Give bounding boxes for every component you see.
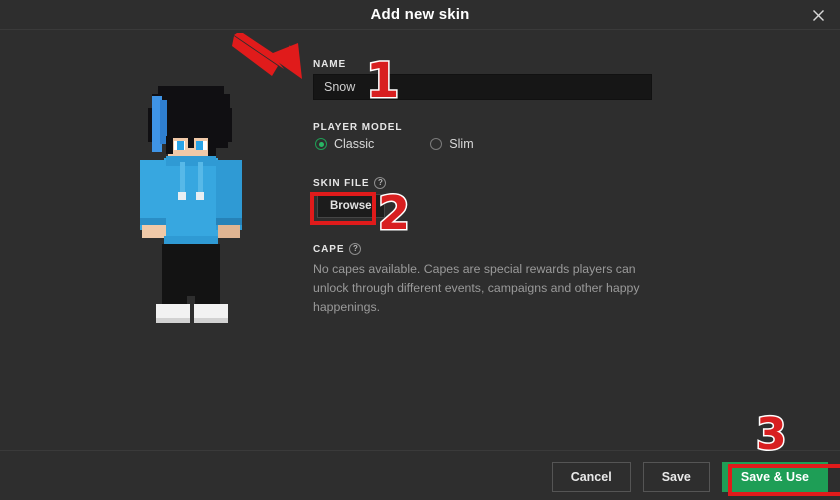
radio-classic-icon [315,138,327,150]
footer-button-group: Cancel Save Save & Use [551,462,828,492]
radio-slim-label: Slim [449,137,474,151]
dialog-header: Add new skin [0,0,840,30]
radio-option-slim[interactable]: Slim [430,137,474,151]
close-x-icon [812,9,824,21]
close-icon[interactable] [806,4,830,26]
dialog-footer: Cancel Save Save & Use [0,450,840,500]
radio-slim-icon [430,138,443,150]
name-label: NAME [313,59,347,70]
skin-file-label: SKIN FILE [313,177,370,189]
save-button[interactable]: Save [642,462,710,492]
skin-preview-pane [0,31,300,450]
player-model-label: PLAYER MODEL [313,122,403,133]
add-new-skin-dialog: Add new skin NAME Snow PLAYER MODEL Clas… [0,0,840,500]
name-input[interactable] [313,74,652,100]
radio-classic-label: Classic [334,137,375,151]
cape-label-row: CAPE ? [313,243,362,255]
cape-description: No capes available. Capes are special re… [313,262,640,314]
cape-label: CAPE [313,243,345,255]
browse-button[interactable]: Browse [317,194,385,218]
question-mark-icon[interactable]: ? [349,243,362,255]
avatar [130,86,252,326]
player-model-radio-group: Classic Slim [315,137,474,151]
skin-file-label-row: SKIN FILE ? [313,177,387,189]
question-mark-icon[interactable]: ? [374,177,387,189]
page-title: Add new skin [370,6,470,23]
cancel-button[interactable]: Cancel [551,462,631,492]
save-and-use-button[interactable]: Save & Use [721,462,828,492]
radio-option-classic[interactable]: Classic [315,137,374,151]
